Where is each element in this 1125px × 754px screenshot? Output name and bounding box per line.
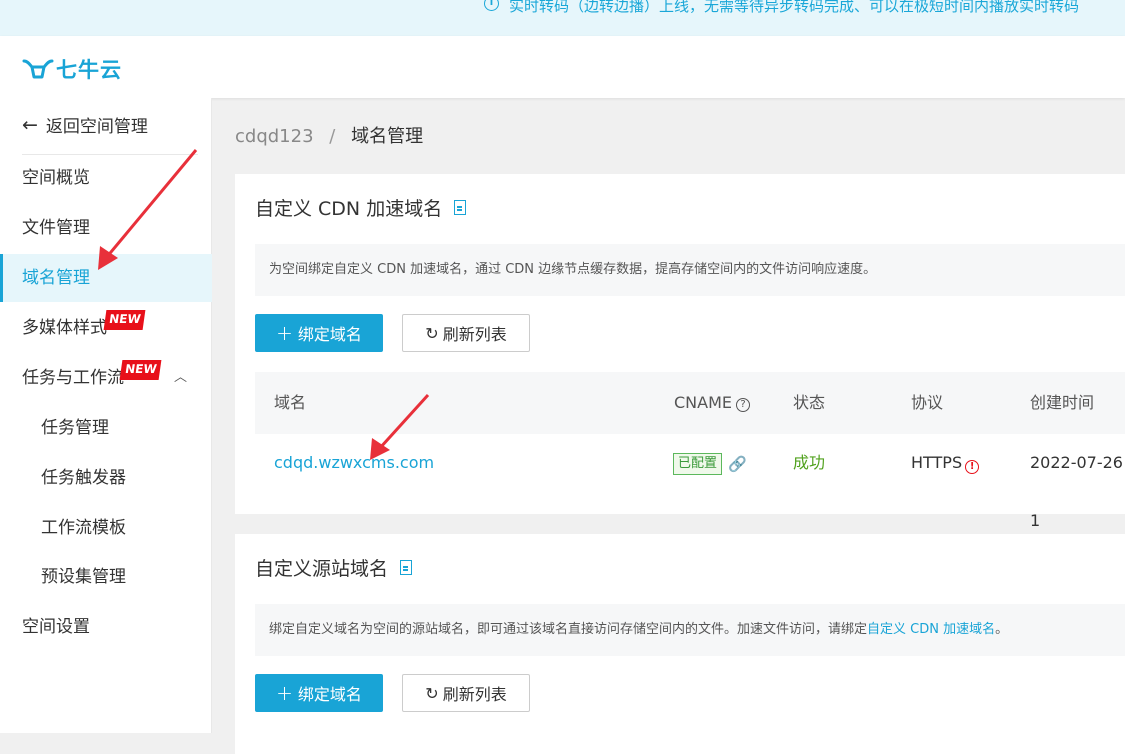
plus-icon: + — [276, 321, 293, 345]
column-header-domain: 域名 — [274, 393, 307, 412]
sidebar-item-label: 空间设置 — [22, 617, 90, 637]
cname-header-label: CNAME — [674, 393, 732, 412]
sidebar-item-label: 文件管理 — [22, 218, 90, 238]
cname-configured-tag: 已配置 — [673, 452, 723, 475]
sidebar: ← 返回空间管理 空间概览 文件管理 域名管理 多媒体样式 NEW 任务与工作流… — [0, 98, 212, 733]
origin-section-title: 自定义源站域名 — [255, 558, 389, 580]
cname-cell: 已配置 🔗 — [673, 434, 747, 493]
refresh-list-button[interactable]: ↻ 刷新列表 — [402, 314, 530, 352]
table-header: 域名 CNAME? 状态 协议 创建时间 — [255, 372, 1125, 434]
column-header-status: 状态 — [793, 393, 826, 412]
sidebar-item-label: 空间概览 — [22, 168, 90, 188]
banner-text[interactable]: 实时转码（边转边播）上线，无需等待异步转码完成、可以在极短时间内播放实时转码 — [509, 0, 1079, 14]
help-icon[interactable]: ? — [736, 398, 750, 412]
domain-link[interactable]: cdqd.wzwxcms.com — [274, 434, 434, 492]
breadcrumb-bucket[interactable]: cdqd123 — [235, 126, 314, 147]
cdn-section-title: 自定义 CDN 加速域名 — [255, 198, 443, 220]
refresh-label: 刷新列表 — [442, 685, 507, 704]
sidebar-item-overview[interactable]: 空间概览 — [0, 154, 212, 202]
logo-icon — [22, 59, 54, 79]
created-time: 2022-07-26 1 — [1030, 453, 1123, 530]
sidebar-item-presets[interactable]: 预设集管理 — [0, 553, 212, 601]
sidebar-item-label: 任务与工作流 — [22, 368, 124, 388]
new-badge: NEW — [103, 310, 146, 330]
sidebar-item-task-management[interactable]: 任务管理 — [0, 404, 212, 452]
column-header-cname: CNAME? — [674, 372, 750, 434]
sidebar-item-task-triggers[interactable]: 任务触发器 — [0, 454, 212, 502]
sidebar-item-domains[interactable]: 域名管理 — [0, 254, 212, 302]
origin-description-end: 。 — [995, 622, 1009, 637]
info-icon: i — [484, 0, 499, 11]
logo-text: 七牛云 — [56, 58, 122, 82]
table-row: cdqd.wzwxcms.com 已配置 🔗 成功 HTTPS! 2022-07-… — [255, 434, 1125, 530]
origin-description-text: 绑定自定义域名为空间的源站域名，即可通过该域名直接访问存储空间内的文件。加速文件… — [269, 622, 868, 637]
sidebar-item-label: 工作流模板 — [41, 518, 126, 538]
warning-icon[interactable]: ! — [965, 460, 980, 474]
card-title: 自定义源站域名 — [255, 554, 413, 581]
announcement-banner: i 实时转码（边转边播）上线，无需等待异步转码完成、可以在极短时间内播放实时转码 — [0, 0, 1125, 36]
column-header-created: 创建时间 — [1030, 393, 1095, 412]
document-icon[interactable] — [454, 200, 467, 215]
refresh-origin-list-button[interactable]: ↻ 刷新列表 — [402, 674, 530, 712]
refresh-icon: ↻ — [425, 683, 439, 703]
bind-domain-label: 绑定域名 — [297, 325, 362, 344]
document-icon[interactable] — [400, 560, 413, 575]
logo[interactable]: 七牛云 — [22, 54, 122, 84]
sidebar-item-label: 任务触发器 — [41, 468, 126, 488]
sidebar-item-files[interactable]: 文件管理 — [0, 204, 212, 252]
top-header: 七牛云 — [0, 36, 1125, 98]
sidebar-item-label: 任务管理 — [41, 418, 109, 438]
cdn-domain-card: 自定义 CDN 加速域名 为空间绑定自定义 CDN 加速域名，通过 CDN 边缘… — [235, 174, 1125, 530]
breadcrumb-separator: / — [329, 126, 336, 147]
origin-domain-card: 自定义源站域名 绑定自定义域名为空间的源站域名，即可通过该域名直接访问存储空间内… — [235, 534, 1125, 754]
breadcrumb: cdqd123 / 域名管理 — [235, 122, 423, 148]
protocol-cell: HTTPS! — [911, 434, 980, 492]
refresh-label: 刷新列表 — [442, 325, 507, 344]
origin-section-description: 绑定自定义域名为空间的源站域名，即可通过该域名直接访问存储空间内的文件。加速文件… — [255, 604, 1125, 656]
column-header-protocol: 协议 — [911, 393, 944, 412]
cdn-section-description: 为空间绑定自定义 CDN 加速域名，通过 CDN 边缘节点缓存数据，提高存储空间… — [255, 244, 1125, 296]
back-to-buckets-link[interactable]: ← 返回空间管理 — [22, 112, 148, 138]
refresh-icon: ↻ — [425, 323, 439, 343]
sidebar-item-tasks-workflows[interactable]: 任务与工作流 NEW ︿ — [0, 354, 212, 402]
back-label: 返回空间管理 — [45, 117, 148, 137]
plus-icon: + — [276, 681, 293, 705]
bind-domain-label: 绑定域名 — [297, 685, 362, 704]
sidebar-item-media-styles[interactable]: 多媒体样式 NEW — [0, 304, 212, 352]
new-badge: NEW — [119, 360, 162, 380]
bind-domain-button[interactable]: + 绑定域名 — [255, 314, 383, 352]
cdn-domain-link[interactable]: 自定义 CDN 加速域名 — [867, 622, 995, 637]
breadcrumb-current: 域名管理 — [351, 126, 424, 147]
sidebar-item-label: 域名管理 — [22, 268, 90, 288]
main-content: cdqd123 / 域名管理 自定义 CDN 加速域名 为空间绑定自定义 CDN… — [212, 98, 1125, 754]
arrow-left-icon: ← — [22, 113, 38, 136]
sidebar-item-workflow-templates[interactable]: 工作流模板 — [0, 504, 212, 552]
link-icon[interactable]: 🔗 — [728, 455, 747, 473]
sidebar-item-bucket-settings[interactable]: 空间设置 — [0, 603, 212, 651]
sidebar-item-label: 多媒体样式 — [22, 318, 107, 338]
protocol-text: HTTPS — [911, 453, 963, 472]
chevron-up-icon: ︿ — [174, 370, 188, 385]
sidebar-item-label: 预设集管理 — [41, 567, 126, 587]
bind-origin-domain-button[interactable]: + 绑定域名 — [255, 674, 383, 712]
status-text: 成功 — [793, 453, 826, 472]
card-title: 自定义 CDN 加速域名 — [255, 194, 467, 221]
